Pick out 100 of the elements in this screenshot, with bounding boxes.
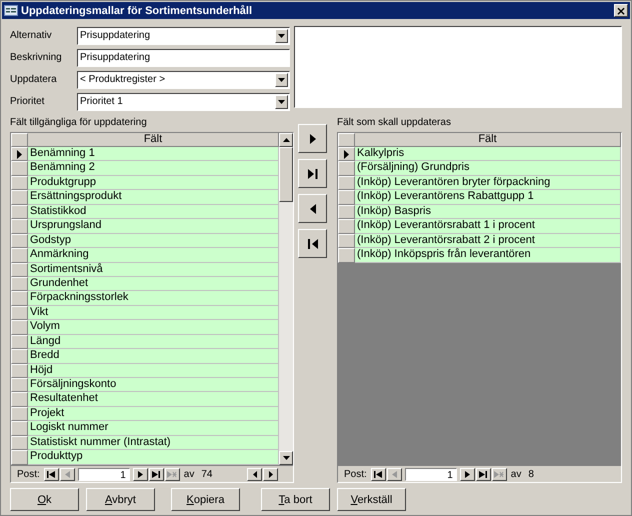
field-label: Beskrivning [10,52,63,63]
scroll-down-icon[interactable] [282,456,290,460]
table-cell: Ersättningsprodukt [28,190,279,205]
current-row-arrow-icon [344,150,349,159]
scroll-right-icon[interactable] [268,470,272,478]
table-cell: Förpackningsstorlek [28,291,279,306]
new-record-icon [167,470,178,478]
next-record-button[interactable] [132,468,148,480]
field-label: Alternativ [10,30,53,41]
table-cell: Grundenhet [28,276,279,292]
dialog-button[interactable]: Kopiera [171,488,240,511]
table-cell: (Inköp) Leverantörsrabatt 1 i procent [355,219,621,234]
table-cell: Produkttyp [28,450,279,465]
record-number-field[interactable]: 1 [78,468,130,480]
first-icon [47,470,56,478]
dropdown-field[interactable]: Prioritet 1 [77,92,290,110]
dialog-button[interactable]: Verkställ [337,488,406,511]
new-record-button[interactable] [492,468,507,480]
right-arrow-icon [310,134,316,144]
row-selector[interactable] [338,147,355,162]
grid-caption: Fält tillgängliga för uppdatering [10,117,148,129]
dialog-button[interactable]: Avbryt [86,488,155,511]
form-icon [4,5,18,16]
record-of-label: av [510,468,522,480]
dropdown-button[interactable] [275,28,288,42]
text-field[interactable]: Prisuppdatering [77,48,290,66]
horizontal-scrollbar[interactable] [247,468,278,480]
table-cell: Bredd [28,349,279,364]
field-label: Uppdatera [10,74,58,85]
left-arrow-bar-icon [308,238,318,248]
right-arrow-bar-icon [308,168,318,178]
column-header: Fält [355,133,621,147]
scroll-thumb[interactable] [279,147,293,202]
previous-record-button[interactable] [386,468,402,480]
dropdown-arrow-icon [278,100,285,104]
record-label: Post: [344,468,367,480]
dropdown-field[interactable]: < Produktregister > [77,70,290,88]
record-of-label: av [184,468,194,480]
vertical-scrollbar[interactable] [279,133,293,465]
table-cell: Längd [28,334,279,350]
dialog-button[interactable]: Ok [10,488,79,511]
table-cell: Statistikkod [28,204,279,220]
dropdown-arrow-icon [278,78,285,82]
previous-icon [392,470,397,478]
record-number-field[interactable]: 1 [404,468,457,480]
new-record-button[interactable] [164,468,180,480]
table-cell: Logiskt nummer [28,421,279,436]
window-title: Uppdateringsmallar för Sortimentsunderhåll [21,4,254,16]
table-cell: Benämning 2 [28,161,279,176]
first-icon [374,470,382,478]
scroll-up-icon[interactable] [282,138,290,142]
table-cell: Benämning 1 [28,147,279,162]
last-record-button[interactable] [476,468,491,480]
current-row-arrow-icon [17,150,22,159]
dropdown-button[interactable] [275,94,288,108]
move-left-button[interactable] [298,194,327,223]
next-icon [138,470,143,478]
table-cell: Resultatenhet [28,392,279,407]
row-selector[interactable] [11,147,28,162]
memo-field[interactable] [294,26,622,108]
move-first-button[interactable] [298,229,327,258]
table-cell: Anmärkning [28,248,279,262]
previous-record-button[interactable] [60,468,75,480]
new-record-icon [494,470,504,478]
table-cell: Produktgrupp [28,176,279,190]
grid-caption: Fält som skall uppdateras [337,117,452,129]
table-cell: Godstyp [28,234,279,248]
record-count: 8 [528,468,534,480]
left-arrow-icon [310,204,316,214]
table-cell: Statistiskt nummer (Intrastat) [28,436,279,450]
next-icon [464,470,470,478]
table-cell: Höjd [28,364,279,378]
table-cell: Ursprungsland [28,219,279,234]
table-cell: Försäljningskonto [28,378,279,392]
dropdown-field[interactable]: Prisuppdatering [77,26,290,44]
dropdown-arrow-icon [278,34,285,38]
table-cell: Vikt [28,306,279,320]
table-cell: (Inköp) Baspris [355,204,621,220]
close-button[interactable]: × [614,4,628,17]
scroll-left-icon[interactable] [252,470,256,478]
last-record-button[interactable] [148,468,164,480]
record-count: 74 [201,468,212,480]
last-icon [152,470,160,478]
table-cell: (Inköp) Leverantören bryter förpackning [355,176,621,190]
table-cell: (Inköp) Inköpspris från leverantören [355,248,621,262]
move-last-button[interactable] [298,159,327,188]
first-record-button[interactable] [44,468,59,480]
table-cell: (Inköp) Leverantörsrabatt 2 i procent [355,234,621,248]
column-header: Fält [28,133,279,147]
previous-icon [64,470,70,478]
dialog-button[interactable]: Ta bort [261,488,330,511]
next-record-button[interactable] [460,468,475,480]
table-cell: Projekt [28,406,279,422]
table-cell: (Inköp) Leverantörens Rabattgupp 1 [355,190,621,205]
first-record-button[interactable] [370,468,386,480]
table-cell: Volym [28,320,279,335]
table-cell: Kalkylpris [355,147,621,162]
dropdown-button[interactable] [275,72,288,86]
table-cell: Sortimentsnivå [28,262,279,277]
move-right-button[interactable] [298,124,327,153]
